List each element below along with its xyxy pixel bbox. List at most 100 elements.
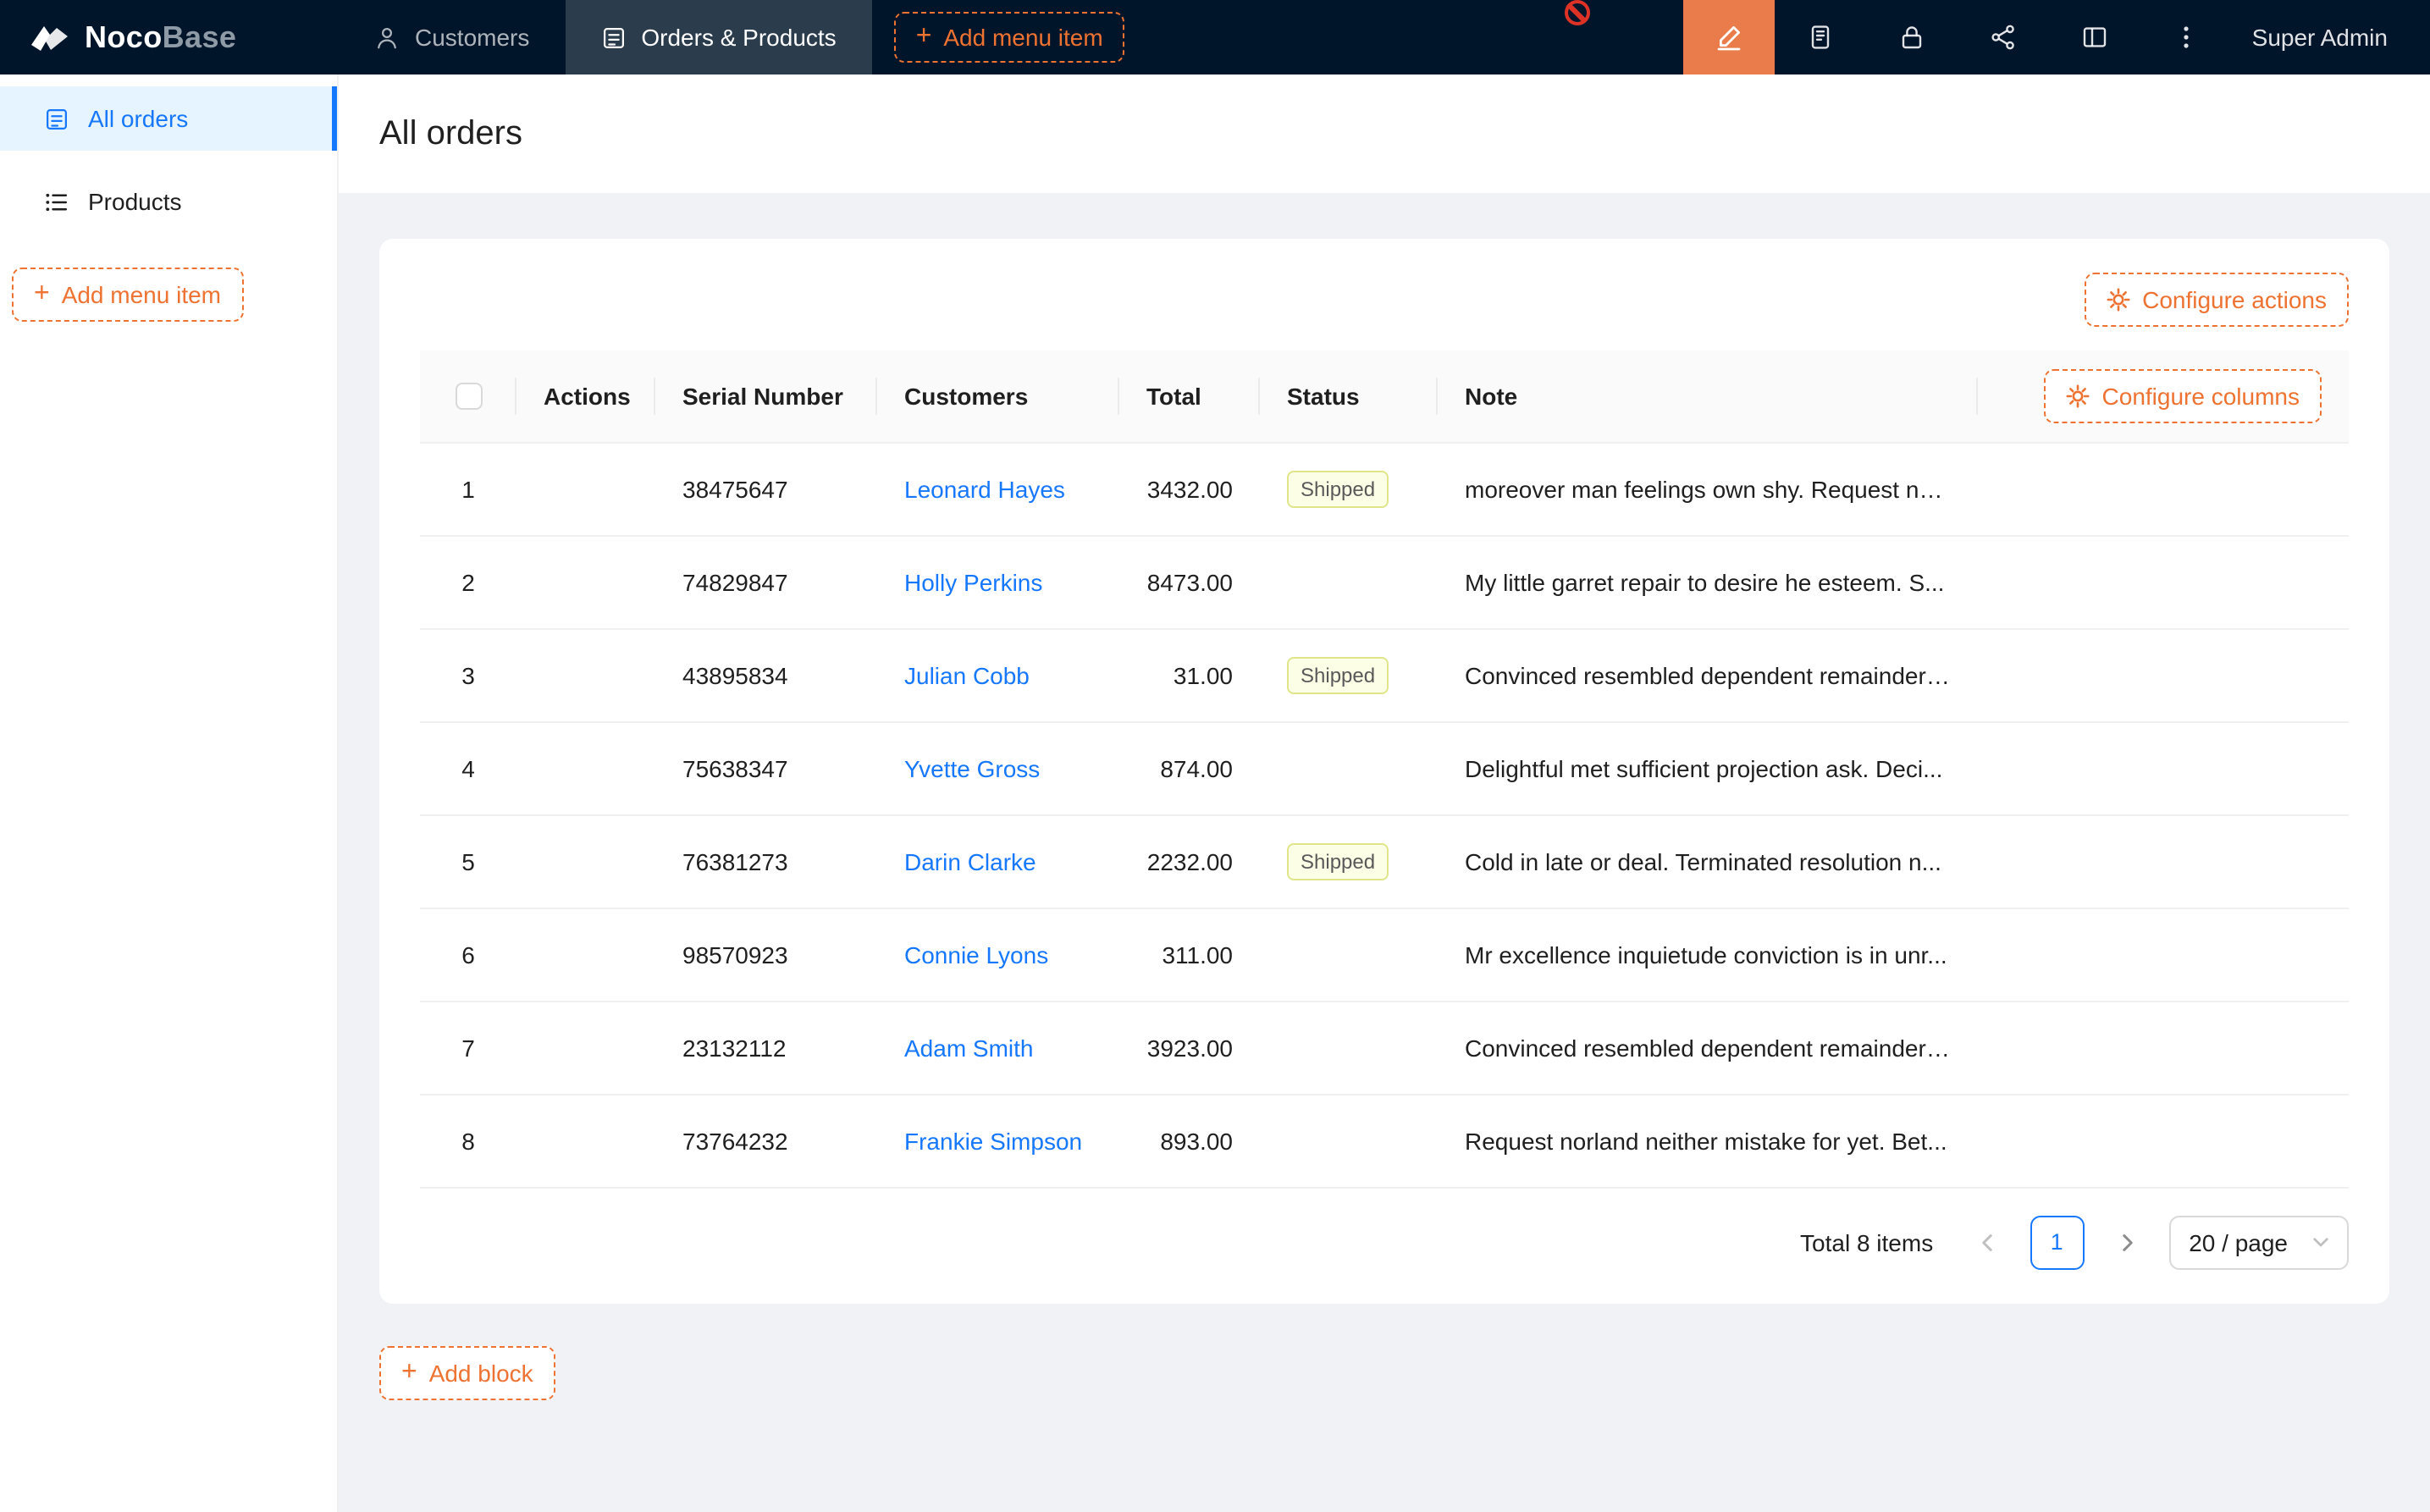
add-menu-item-button-header[interactable]: + Add menu item <box>894 12 1125 63</box>
customer-link[interactable]: Connie Lyons <box>904 941 1048 968</box>
row-index: 1 <box>420 442 516 535</box>
table-header-row: Actions Serial Number Customers Total St… <box>420 350 2349 442</box>
empty-cell <box>1978 1094 2349 1187</box>
row-index: 8 <box>420 1094 516 1187</box>
plus-icon: + <box>916 24 932 51</box>
permissions-button[interactable] <box>1866 0 1958 74</box>
serial-cell: 43895834 <box>655 628 877 721</box>
nocobase-logo[interactable]: NocoBase <box>0 0 339 74</box>
table-row[interactable]: 3 43895834 Julian Cobb 31.00 Shipped Con… <box>420 628 2349 721</box>
serial-cell: 38475647 <box>655 442 877 535</box>
chevron-right-icon <box>2116 1232 2136 1252</box>
customer-link[interactable]: Darin Clarke <box>904 847 1036 875</box>
total-cell: 893.00 <box>1119 1094 1260 1187</box>
mobile-icon <box>1807 24 1834 51</box>
customer-link[interactable]: Holly Perkins <box>904 568 1042 595</box>
header-actions: Super Admin <box>1683 0 2430 74</box>
serial-cell: 75638347 <box>655 721 877 814</box>
row-index: 3 <box>420 628 516 721</box>
orders-table: Actions Serial Number Customers Total St… <box>420 350 2349 1188</box>
serial-cell: 73764232 <box>655 1094 877 1187</box>
user-icon <box>374 25 400 50</box>
total-cell: 3923.00 <box>1119 1001 1260 1094</box>
note-cell: Request norland neither mistake for yet.… <box>1438 1094 1978 1187</box>
more-button[interactable] <box>2140 0 2232 74</box>
note-cell: Convinced resembled dependent remainder … <box>1438 628 1978 721</box>
add-menu-item-button-sidebar[interactable]: + Add menu item <box>12 268 243 322</box>
select-all-checkbox[interactable] <box>455 383 482 410</box>
column-header-status: Status <box>1260 350 1438 442</box>
chevron-down-icon <box>2311 1233 2330 1251</box>
actions-cell <box>516 1094 655 1187</box>
actions-cell <box>516 442 655 535</box>
note-cell: Mr excellence inquietude conviction is i… <box>1438 908 1978 1001</box>
nav-tab-label: Orders & Products <box>641 24 836 51</box>
customer-link[interactable]: Adam Smith <box>904 1034 1034 1061</box>
sidebar: All orders Products + Add menu item <box>0 74 339 1512</box>
table-row[interactable]: 8 73764232 Frankie Simpson 893.00 Reques… <box>420 1094 2349 1187</box>
sidebar-item-label: Products <box>88 188 182 215</box>
total-cell: 2232.00 <box>1119 814 1260 908</box>
gear-icon <box>2067 384 2090 408</box>
table-row[interactable]: 2 74829847 Holly Perkins 8473.00 My litt… <box>420 535 2349 628</box>
row-index: 6 <box>420 908 516 1001</box>
configure-actions-button[interactable]: Configure actions <box>2085 273 2349 327</box>
add-block-button[interactable]: + Add block <box>379 1345 555 1399</box>
layout-button[interactable] <box>2049 0 2140 74</box>
pagination-prev-button[interactable] <box>1960 1215 2014 1269</box>
empty-cell <box>1978 442 2349 535</box>
pagination-next-button[interactable] <box>2099 1215 2153 1269</box>
table-block-card: Configure actions Actions Serial Number … <box>379 239 2389 1303</box>
api-share-button[interactable] <box>1958 0 2049 74</box>
nocobase-logo-icon <box>29 23 69 52</box>
table-row[interactable]: 5 76381273 Darin Clarke 2232.00 Shipped … <box>420 814 2349 908</box>
layout-icon <box>2081 24 2108 51</box>
sidebar-item-all-orders[interactable]: All orders <box>0 86 337 151</box>
plus-icon: + <box>401 1359 417 1386</box>
configure-columns-button[interactable]: Configure columns <box>2045 369 2322 423</box>
table-row[interactable]: 6 98570923 Connie Lyons 311.00 Mr excell… <box>420 908 2349 1001</box>
empty-cell <box>1978 721 2349 814</box>
user-menu[interactable]: Super Admin <box>2232 0 2430 74</box>
sidebar-item-products[interactable]: Products <box>0 169 337 234</box>
page-size-select[interactable]: 20 / page <box>2168 1215 2349 1269</box>
mobile-preview-button[interactable] <box>1775 0 1866 74</box>
empty-cell <box>1978 814 2349 908</box>
total-cell: 31.00 <box>1119 628 1260 721</box>
logo-text: NocoBase <box>85 19 236 55</box>
user-name: Super Admin <box>2252 24 2388 51</box>
note-cell: My little garret repair to desire he est… <box>1438 535 1978 628</box>
sidebar-item-label: All orders <box>88 105 188 132</box>
status-tag: Shipped <box>1287 470 1389 507</box>
empty-cell <box>1978 1001 2349 1094</box>
customer-link[interactable]: Julian Cobb <box>904 661 1030 688</box>
empty-cell <box>1978 535 2349 628</box>
top-header: NocoBase Customers O <box>0 0 2430 74</box>
table-row[interactable]: 1 38475647 Leonard Hayes 3432.00 Shipped… <box>420 442 2349 535</box>
note-cell: Convinced resembled dependent remainder … <box>1438 1001 1978 1094</box>
table-row[interactable]: 7 23132112 Adam Smith 3923.00 Convinced … <box>420 1001 2349 1094</box>
nav-tab-orders-products[interactable]: Orders & Products <box>565 0 871 74</box>
pagination: Total 8 items 1 <box>420 1215 2349 1269</box>
prohibition-cursor-icon <box>1565 0 1590 25</box>
status-tag: Shipped <box>1287 656 1389 693</box>
customer-link[interactable]: Leonard Hayes <box>904 475 1065 502</box>
actions-cell <box>516 628 655 721</box>
list-icon <box>44 189 69 214</box>
table-row[interactable]: 4 75638347 Yvette Gross 874.00 Delightfu… <box>420 721 2349 814</box>
pagination-total: Total 8 items <box>1800 1228 1933 1255</box>
pagination-page-1[interactable]: 1 <box>2030 1215 2084 1269</box>
row-index: 4 <box>420 721 516 814</box>
total-cell: 874.00 <box>1119 721 1260 814</box>
row-index: 5 <box>420 814 516 908</box>
customer-link[interactable]: Yvette Gross <box>904 754 1040 781</box>
header-spacer <box>1125 0 1683 74</box>
serial-cell: 98570923 <box>655 908 877 1001</box>
page-title: All orders <box>379 114 522 153</box>
app-root: NocoBase Customers O <box>0 0 2430 1512</box>
lock-icon <box>1898 24 1925 51</box>
customer-link[interactable]: Frankie Simpson <box>904 1127 1082 1154</box>
highlighter-icon <box>1714 22 1744 52</box>
ui-editor-button[interactable] <box>1683 0 1775 74</box>
nav-tab-customers[interactable]: Customers <box>339 0 565 74</box>
